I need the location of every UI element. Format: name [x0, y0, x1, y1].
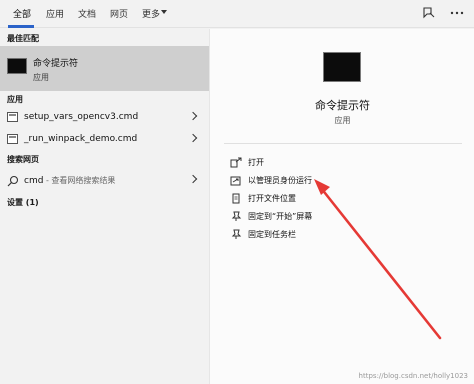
results-pane: 最佳匹配 命令提示符 应用 应用 setup_vars_opencv3.cmd …: [0, 29, 209, 384]
divider: [224, 143, 462, 144]
action-pin-to-start[interactable]: 固定到“开始”屏幕: [230, 208, 430, 226]
web-search-suffix: - 查看网络搜索结果: [43, 176, 116, 185]
settings-heading[interactable]: 设置 (1): [7, 197, 39, 208]
action-label: 固定到“开始”屏幕: [248, 212, 313, 221]
preview-subtitle: 应用: [334, 116, 351, 125]
best-match-title: 命令提示符: [33, 59, 79, 69]
web-search-item[interactable]: cmd - 查看网络搜索结果: [0, 170, 209, 192]
chevron-right-icon[interactable]: [188, 174, 198, 184]
watermark: https://blog.csdn.net/holly1023: [358, 372, 468, 380]
action-label: 打开文件位置: [248, 194, 296, 203]
action-pin-to-taskbar[interactable]: 固定到任务栏: [230, 226, 430, 244]
action-label: 固定到任务栏: [248, 230, 296, 239]
web-search-query: cmd: [24, 176, 44, 186]
best-match-heading: 最佳匹配: [7, 34, 39, 43]
pin-start-icon: [231, 211, 242, 221]
list-item[interactable]: _run_winpack_demo.cmd: [0, 129, 209, 151]
pin-taskbar-icon: [231, 229, 242, 239]
more-options-icon[interactable]: [449, 5, 465, 21]
tab-web[interactable]: 网页: [110, 7, 128, 20]
action-label: 以管理员身份运行: [248, 176, 312, 185]
command-prompt-icon: [323, 52, 361, 82]
open-icon: [230, 157, 242, 168]
active-tab-indicator: [8, 25, 34, 28]
action-open[interactable]: 打开: [230, 154, 430, 172]
tab-documents[interactable]: 文档: [78, 7, 96, 20]
command-prompt-icon: [7, 58, 27, 74]
list-item[interactable]: setup_vars_opencv3.cmd: [0, 107, 209, 129]
tab-more[interactable]: 更多: [142, 7, 160, 20]
best-match-subtitle: 应用: [33, 73, 49, 82]
list-item-label: setup_vars_opencv3.cmd: [24, 112, 139, 122]
search-icon: [7, 175, 19, 187]
tab-all[interactable]: 全部: [13, 7, 31, 20]
apps-heading: 应用: [7, 95, 23, 104]
tab-apps[interactable]: 应用: [46, 7, 64, 20]
web-search-heading: 搜索网页: [7, 155, 39, 164]
action-open-file-location[interactable]: 打开文件位置: [230, 190, 430, 208]
search-tab-bar: 全部 应用 文档 网页 更多: [0, 0, 474, 28]
feedback-icon[interactable]: [421, 5, 437, 21]
file-location-icon: [232, 193, 240, 204]
web-search-label: cmd - 查看网络搜索结果: [24, 175, 115, 186]
best-match-item[interactable]: 命令提示符 应用: [0, 46, 209, 91]
run-as-admin-icon: [230, 176, 241, 186]
list-item-label: _run_winpack_demo.cmd: [24, 134, 138, 144]
action-run-as-admin[interactable]: 以管理员身份运行: [230, 172, 430, 190]
chevron-right-icon[interactable]: [188, 111, 198, 121]
chevron-right-icon[interactable]: [188, 133, 198, 143]
action-label: 打开: [248, 158, 264, 167]
cmd-file-icon: [7, 134, 18, 144]
chevron-down-icon: [161, 10, 167, 14]
preview-title: 命令提示符: [315, 99, 370, 112]
cmd-file-icon: [7, 112, 18, 122]
preview-pane: 命令提示符 应用 打开 以管理员身份运行 打开文件位置 固定到“开始”屏幕 固定…: [209, 29, 474, 384]
